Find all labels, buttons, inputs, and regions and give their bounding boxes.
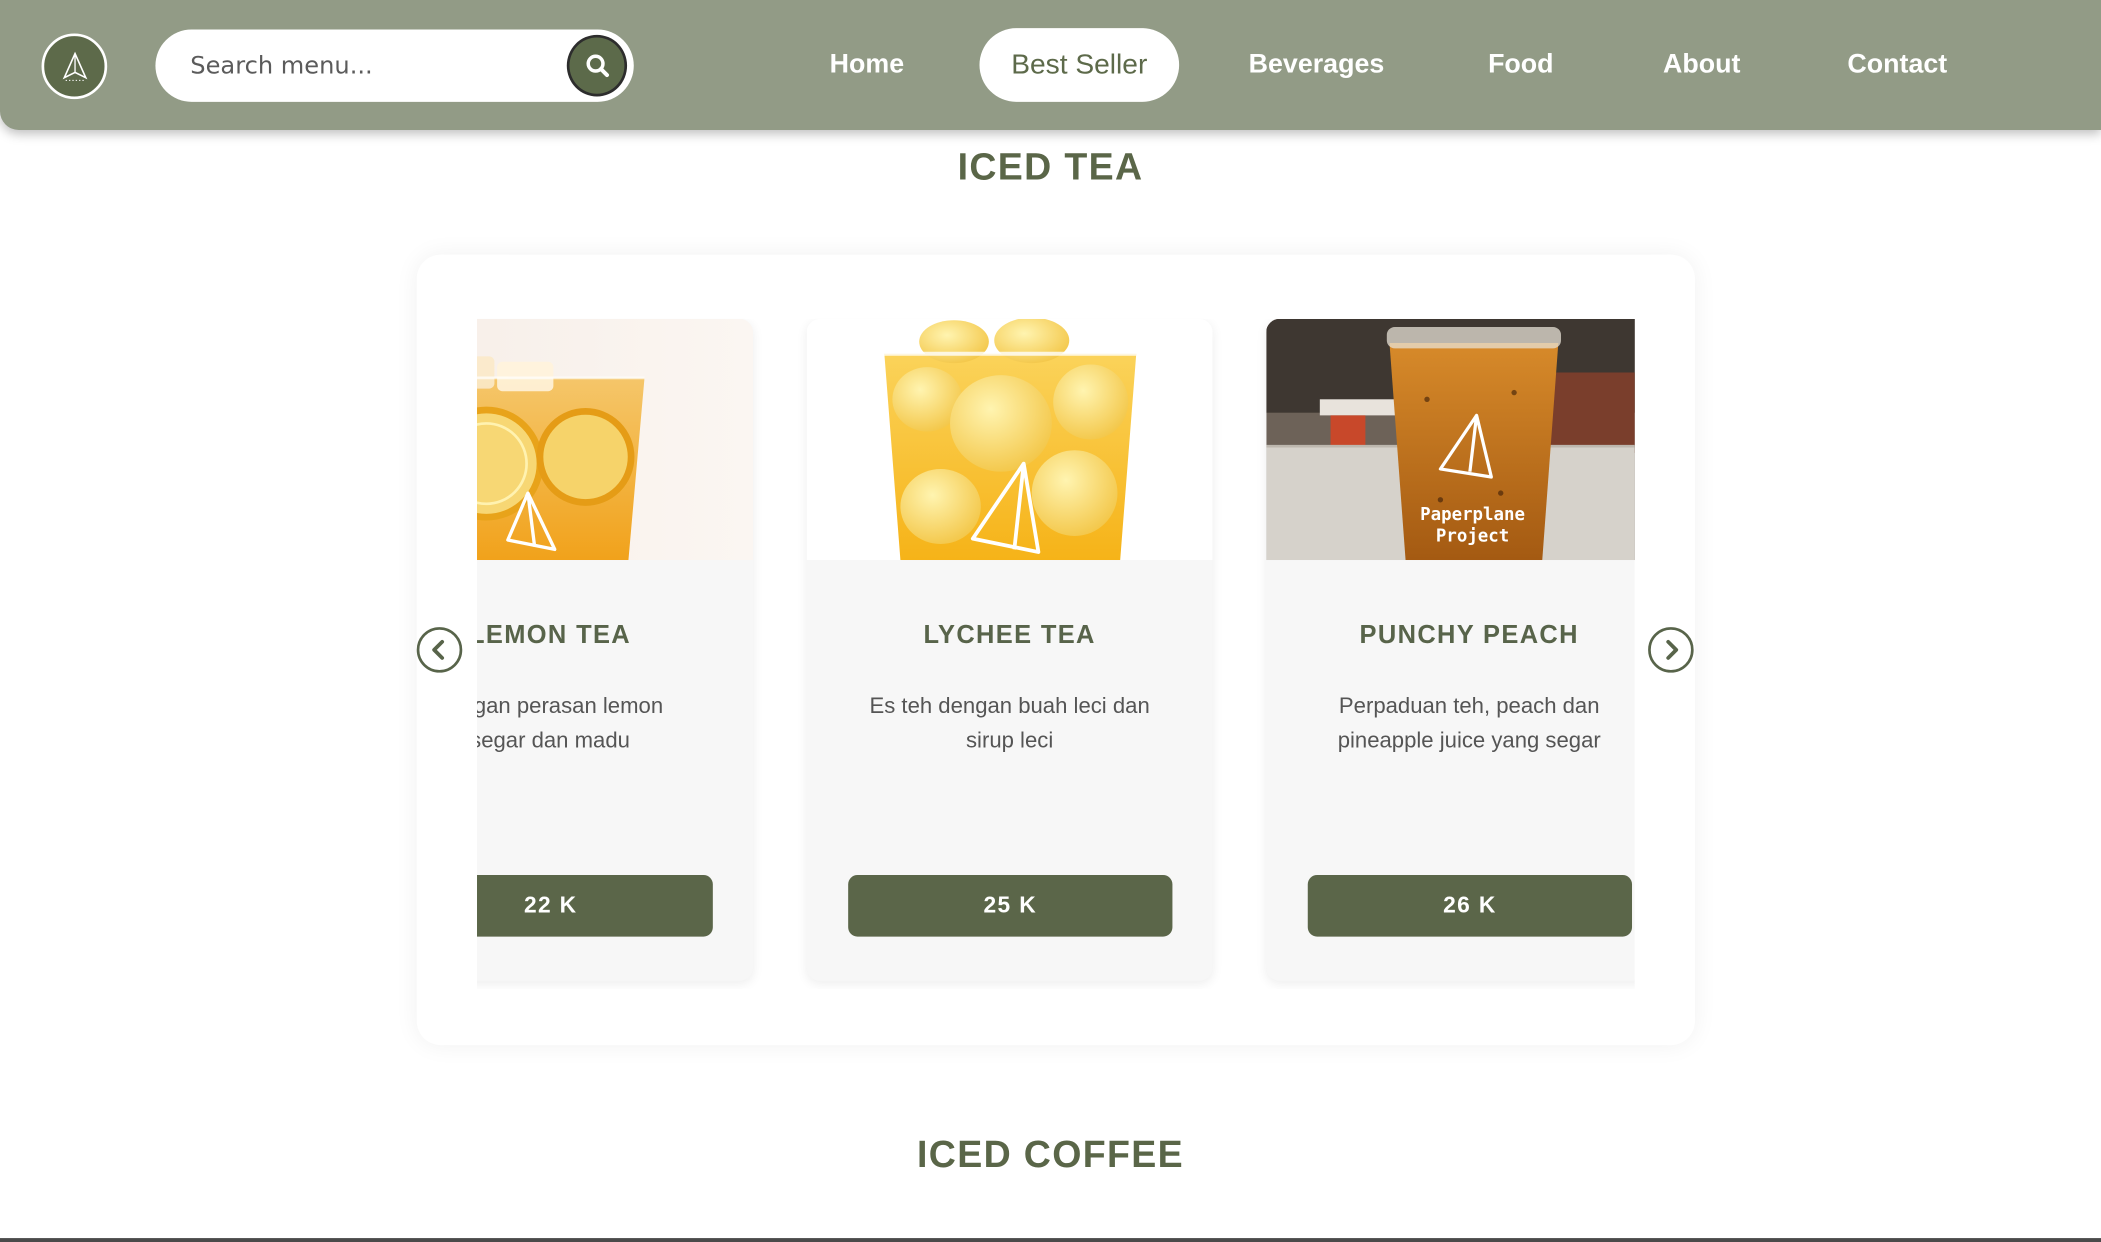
carousel-viewport: LEMON TEA dengan perasan lemon segar dan…	[477, 318, 1635, 989]
search-bar	[155, 29, 634, 102]
product-card[interactable]: Paperplane Project PUNCHY PEACH Perpadua…	[1266, 318, 1635, 981]
carousel-prev-button[interactable]	[416, 627, 463, 673]
window-bottom-edge	[0, 1238, 2101, 1242]
nav-about[interactable]: About	[1639, 28, 1765, 102]
nav-contact[interactable]: Contact	[1822, 28, 1972, 102]
product-carousel: LEMON TEA dengan perasan lemon segar dan…	[416, 254, 1695, 1046]
product-name: LYCHEE TEA	[923, 621, 1096, 650]
cup-print-line-2: Project	[1436, 526, 1509, 546]
product-card[interactable]: LEMON TEA dengan perasan lemon segar dan…	[477, 318, 754, 981]
nav-home[interactable]: Home	[804, 28, 930, 102]
product-description: Perpaduan teh, peach dan pineapple juice…	[1337, 694, 1601, 754]
search-icon	[585, 54, 609, 78]
product-price-button[interactable]: 25 K	[848, 874, 1173, 937]
section-title-iced-coffee: ICED COFFEE	[917, 1133, 1184, 1176]
search-button[interactable]	[566, 34, 628, 97]
product-price-button[interactable]: 26 K	[1307, 874, 1633, 937]
search-input[interactable]	[190, 29, 579, 102]
chevron-right-icon	[1666, 639, 1679, 660]
product-name: PUNCHY PEACH	[1359, 621, 1579, 650]
product-name: LEMON TEA	[477, 621, 632, 650]
brand-logo-icon[interactable]	[41, 33, 108, 100]
section-title-iced-tea: ICED TEA	[957, 146, 1144, 188]
nav-beverages[interactable]: Beverages	[1233, 28, 1400, 102]
cup-print-line-1: Paperplane	[1420, 505, 1525, 525]
nav-best-seller[interactable]: Best Seller	[979, 28, 1180, 102]
chevron-left-icon	[432, 639, 445, 660]
nav-food[interactable]: Food	[1465, 28, 1578, 102]
product-image: Paperplane Project	[1266, 318, 1635, 561]
top-navbar: Home Best Seller Beverages Food About Co…	[0, 0, 2101, 130]
carousel-next-button[interactable]	[1648, 627, 1694, 673]
product-description: Es teh dengan buah leci dan sirup leci	[869, 694, 1150, 754]
product-card[interactable]: LYCHEE TEA Es teh dengan buah leci dan s…	[806, 318, 1213, 981]
product-price-button[interactable]: 22 K	[477, 874, 713, 937]
product-image	[477, 318, 754, 561]
product-description: dengan perasan lemon segar dan madu	[477, 694, 664, 754]
product-image	[806, 318, 1213, 561]
